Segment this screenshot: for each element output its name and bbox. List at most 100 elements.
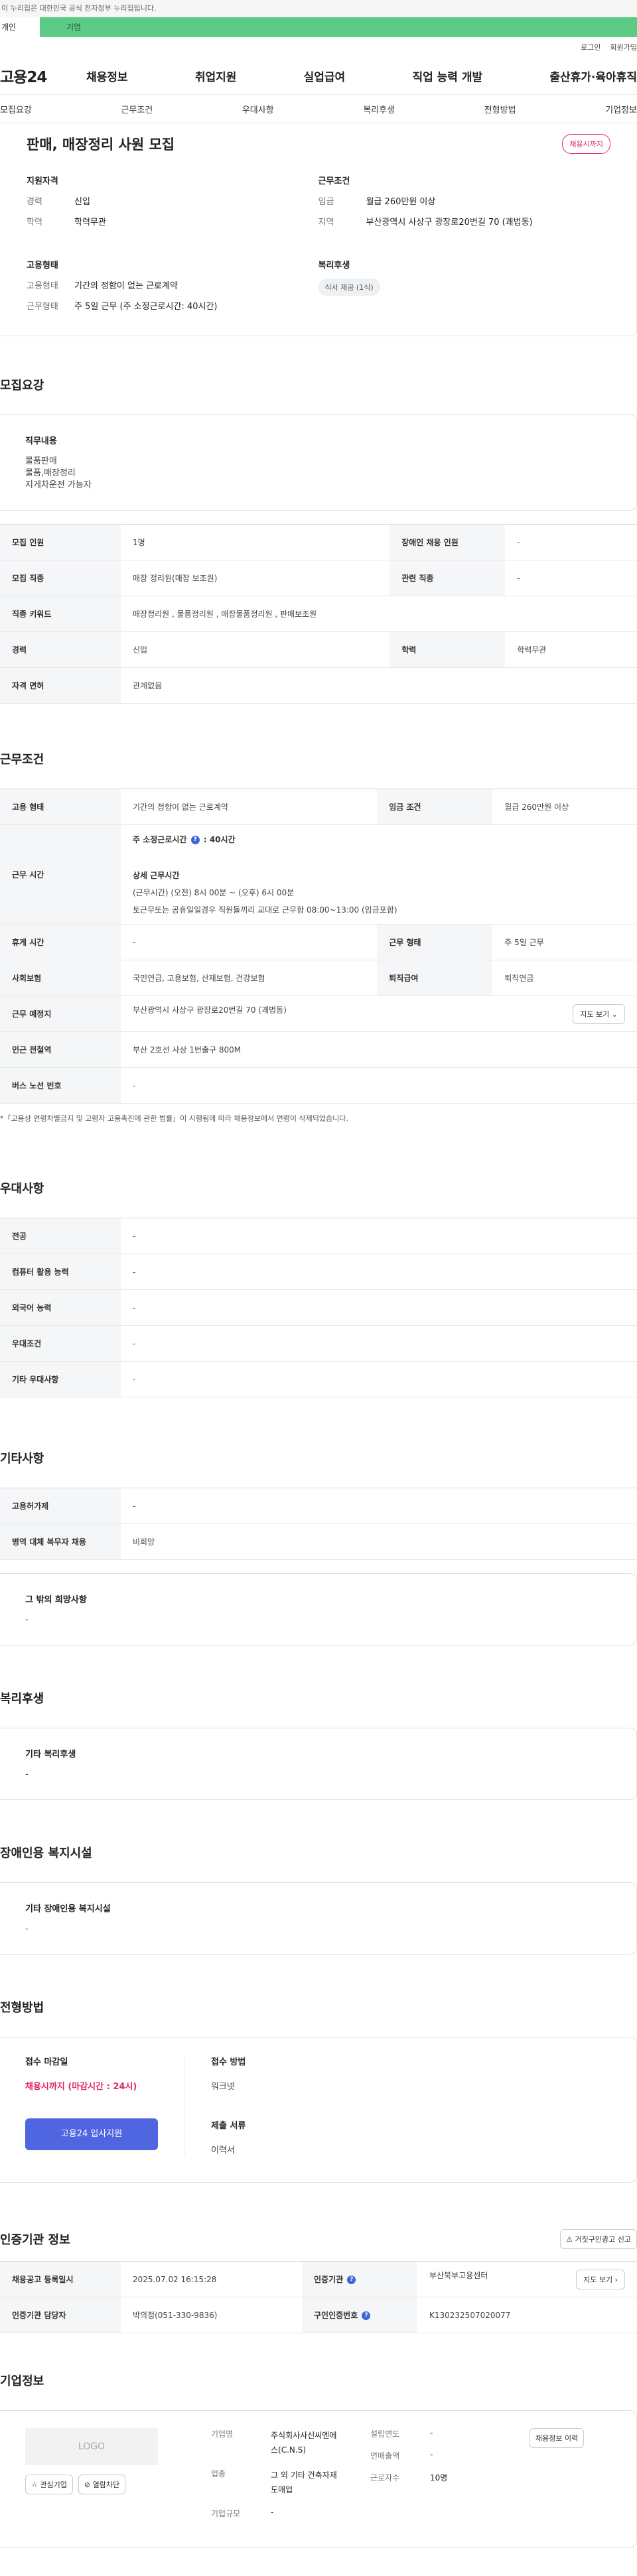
company-history: 채용정보 이력	[530, 2428, 585, 2530]
welfare-box: 기타 복리후생 -	[0, 1728, 637, 1800]
section-heading-company: 기업정보	[0, 2374, 44, 2388]
status-badge: 채용시까지	[562, 134, 610, 154]
cell-value: 1명	[121, 524, 390, 560]
summary-qual-heading: 지원자격	[27, 176, 58, 186]
info-icon[interactable]: ?	[347, 2276, 356, 2284]
cell-value: -	[505, 560, 637, 596]
value: 학력무관	[74, 218, 106, 227]
block-icon: ⊘	[84, 2480, 91, 2489]
disability-value: -	[25, 1924, 29, 1934]
summary-employment-type: 고용형태 고용형태 기간의 정함이 없는 근로계약 근무형태 주 5일 근무 (주 …	[27, 258, 318, 320]
docs-value: 이력서	[211, 2146, 235, 2156]
cell-label: 모집 직종	[0, 560, 121, 596]
site-logo[interactable]: 고용24	[0, 64, 86, 87]
cell-label: 버스 노선 번호	[0, 1067, 121, 1104]
gnb-training[interactable]: 직업 능력 개발	[412, 68, 482, 84]
tab-recruit[interactable]: 모집요강	[0, 103, 32, 115]
company-year: -	[430, 2428, 433, 2437]
value: 부산광역시 사상구 광장로20번길 70 (괘법동)	[366, 218, 533, 227]
cell-value: 비희망	[121, 1523, 637, 1560]
gnb-jobs[interactable]: 채용정보	[86, 68, 128, 84]
table-row: 고용허가제 -	[0, 1488, 637, 1524]
favorite-company-button[interactable]: ☆ 관심기업	[25, 2475, 73, 2494]
docs-heading: 제출 서류	[211, 2121, 246, 2131]
info-icon[interactable]: ?	[362, 2311, 371, 2320]
company-box: LOGO ☆ 관심기업 ⊘ 열람차단 기업명 주식회사사신씨엔에스(C.N.S) …	[0, 2410, 637, 2547]
company-industry: 그 외 기타 건축자재 도매업	[271, 2471, 337, 2494]
cell-value: -	[505, 524, 637, 560]
cell-label: 근무 형태	[377, 924, 493, 960]
work-place: 부산광역시 사상구 광장로20번길 70 (괘법동)	[133, 1005, 287, 1015]
job-title-row: 판매, 매장정리 사원 모집 채용시까지	[0, 123, 637, 161]
apply-box: 접수 마감일 채용시까지 (마감시간 : 24시) 고용24 입사지원 접수 방…	[0, 2037, 637, 2183]
summary-type-heading: 고용형태	[27, 261, 58, 271]
company-name: 주식회사사신씨엔에스(C.N.S)	[271, 2431, 337, 2455]
summary-conditions: 근무조건 임금 월급 260만원 이상 지역 부산광역시 사상구 광장로20번길 7…	[318, 174, 610, 235]
report-fake-ad-button[interactable]: ⚠ 거짓구인광고 신고	[560, 2229, 637, 2249]
tab-business[interactable]: 기업	[40, 17, 637, 37]
table-row: 전공 -	[0, 1218, 637, 1254]
section-heading-welfare: 복리후생	[0, 1692, 44, 1706]
cell-value: 박의정(051-330-9836)	[121, 2297, 302, 2333]
value: 신입	[74, 197, 90, 207]
cert-heading-row: 인증기관 정보 ⚠ 거짓구인광고 신고	[0, 2183, 637, 2261]
tab-company[interactable]: 기업정보	[605, 103, 637, 115]
apply-button[interactable]: 고용24 입사지원	[25, 2118, 158, 2150]
summary-welfare: 복리후생 식사 제공 (1식)	[318, 258, 610, 320]
info-icon[interactable]: ?	[190, 835, 200, 844]
tab-preferences[interactable]: 우대사항	[242, 103, 274, 115]
table-row: 인근 전철역 부산 2호선 사상 1번출구 800M	[0, 1031, 637, 1068]
tab-individual[interactable]: 개인	[0, 17, 40, 37]
section-heading-etc: 기타사항	[0, 1452, 44, 1466]
cell-value: 매장 정리원(매장 보조원)	[121, 560, 390, 596]
gnb-support[interactable]: 취업지원	[195, 68, 237, 84]
weekly-hours-value: 40시간	[209, 834, 236, 844]
label: 지역	[318, 218, 334, 227]
cell-label: 인근 전철역	[0, 1031, 121, 1068]
block-view-button[interactable]: ⊘ 열람차단	[78, 2475, 126, 2494]
section-heading-conditions: 근무조건	[0, 753, 44, 767]
summary-qualifications: 지원자격 경력 신입 학력 학력무관	[27, 174, 318, 235]
cert-table: 채용공고 등록일시 2025.07.02 16:15:28 인증기관 ? 부산북…	[0, 2261, 637, 2333]
job-title: 판매, 매장정리 사원 모집	[27, 137, 175, 153]
summary-welfare-heading: 복리후생	[318, 261, 350, 271]
duty-line: 물품,매장정리	[25, 468, 76, 478]
table-row: 버스 노선 번호 -	[0, 1067, 637, 1104]
map-button[interactable]: 지도 보기 ⌄	[573, 1003, 625, 1024]
label: 설립연도	[370, 2429, 400, 2439]
cell-label: 휴게 시간	[0, 924, 121, 960]
cell-label: 근무 예정지	[0, 996, 121, 1032]
map-button-label: 지도 보기	[580, 1009, 610, 1019]
cell-value: -	[121, 924, 378, 960]
table-row: 자격 면허 관계없음	[0, 667, 637, 704]
gnb-unemployment[interactable]: 실업급여	[304, 68, 346, 84]
login-link[interactable]: 로그인	[581, 42, 601, 52]
detail-hours-heading: 상세 근무시간	[133, 870, 180, 880]
label: 연매출액	[370, 2451, 400, 2461]
gnb-leave[interactable]: 출산휴가·육아휴직	[549, 68, 637, 84]
cell-label: 학력	[389, 631, 506, 668]
job-summary: 지원자격 경력 신입 학력 학력무관 근무조건 임금 월급 260만원 이상 지역 부산…	[0, 161, 637, 336]
cell-value: 신입	[121, 631, 390, 668]
cell-label: 전공	[0, 1218, 121, 1254]
tab-conditions[interactable]: 근무조건	[121, 103, 153, 115]
cell-value: 국민연금, 고용보험, 산재보험, 건강보험	[121, 960, 378, 996]
disability-heading: 기타 장애인용 복지시설	[25, 1904, 111, 1914]
cell-label: 경력	[0, 631, 121, 668]
history-button[interactable]: 채용정보 이력	[530, 2428, 585, 2448]
global-nav: 채용정보 취업지원 실업급여 직업 능력 개발 출산휴가·육아휴직	[86, 68, 637, 84]
signup-link[interactable]: 회원가입	[610, 42, 637, 52]
duty-box: 직무내용 물품판매 물품,매장정리 지게차운전 가능자	[0, 415, 637, 511]
gov-notice-bar: 이 누리집은 대한민국 공식 전자정부 누리집입니다.	[0, 0, 637, 17]
section-heading-cert: 인증기관 정보	[0, 2233, 70, 2247]
cell-label: 채용공고 등록일시	[0, 2261, 121, 2297]
tab-welfare[interactable]: 복리후생	[363, 103, 395, 115]
agency-map-button[interactable]: 지도 보기 ›	[576, 2269, 625, 2289]
tab-selection[interactable]: 전형방법	[484, 103, 516, 115]
gov-notice: 이 누리집은 대한민국 공식 전자정부 누리집입니다.	[1, 4, 157, 13]
duty-line: 지게차운전 가능자	[25, 480, 92, 490]
weekly-hours-label: 주 소정근로시간	[133, 834, 187, 844]
table-row: 경력 신입 학력 학력무관	[0, 631, 637, 668]
method-heading: 접수 방법	[211, 2057, 246, 2067]
table-row: 외국어 능력 -	[0, 1289, 637, 1326]
